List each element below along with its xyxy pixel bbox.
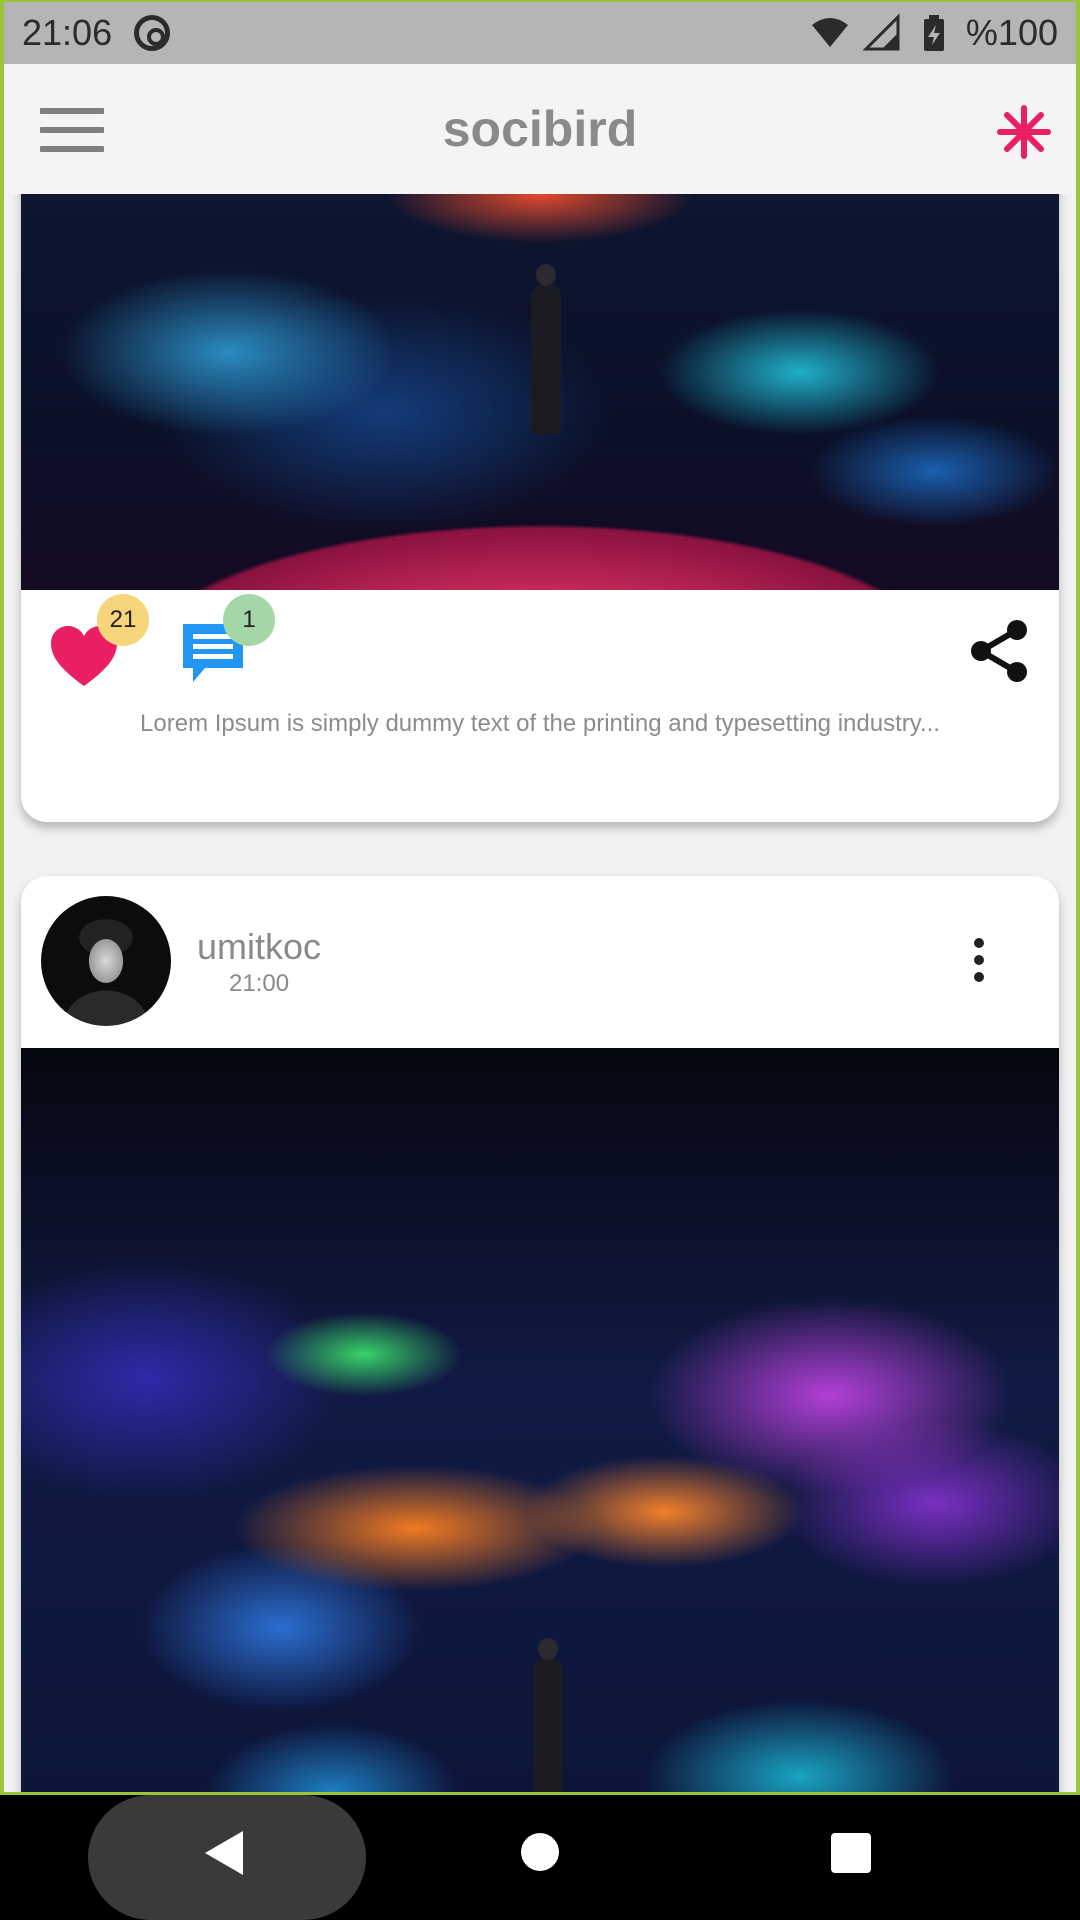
- figure-silhouette: [531, 264, 561, 434]
- post-image[interactable]: [21, 1048, 1059, 1792]
- back-icon[interactable]: [205, 1831, 243, 1875]
- status-time: 21:06: [22, 12, 113, 53]
- comments-count-badge: 1: [223, 594, 275, 646]
- post-timestamp: 21:00: [229, 970, 290, 997]
- post-card: 21 1 Lorem Ipsum is simply dummy text of…: [21, 194, 1059, 822]
- share-icon[interactable]: [969, 618, 1031, 684]
- avatar[interactable]: [41, 896, 171, 1026]
- more-options-icon[interactable]: [971, 938, 987, 984]
- post-card: umitkoc 21:00: [21, 876, 1059, 1792]
- at-sign-icon: [134, 15, 171, 51]
- signal-icon: [862, 13, 900, 51]
- battery-charging-icon: [923, 15, 944, 51]
- home-icon[interactable]: [521, 1833, 559, 1871]
- wifi-icon: [811, 18, 848, 47]
- app-title: socibird: [442, 101, 638, 157]
- app-bar: socibird: [4, 64, 1076, 194]
- post-image[interactable]: [21, 194, 1059, 590]
- post-actions: 21 1: [21, 590, 1059, 710]
- hamburger-menu-icon[interactable]: [40, 108, 104, 152]
- battery-level: %100: [965, 12, 1058, 53]
- feed: 21 1 Lorem Ipsum is simply dummy text of…: [4, 194, 1076, 1792]
- snowflake-icon[interactable]: [996, 104, 1052, 160]
- system-nav-bar: [0, 1795, 1080, 1920]
- app-frame: 21:06 %100 socibird 21 1 Lorem Ipsum is …: [0, 0, 1080, 1795]
- status-right: %100: [810, 12, 1058, 54]
- likes-count-badge: 21: [97, 594, 149, 646]
- post-caption: Lorem Ipsum is simply dummy text of the …: [140, 710, 940, 737]
- recent-apps-icon[interactable]: [831, 1833, 871, 1873]
- status-bar: 21:06 %100: [4, 2, 1076, 64]
- figure-silhouette: [533, 1638, 563, 1792]
- post-username[interactable]: umitkoc: [197, 926, 321, 968]
